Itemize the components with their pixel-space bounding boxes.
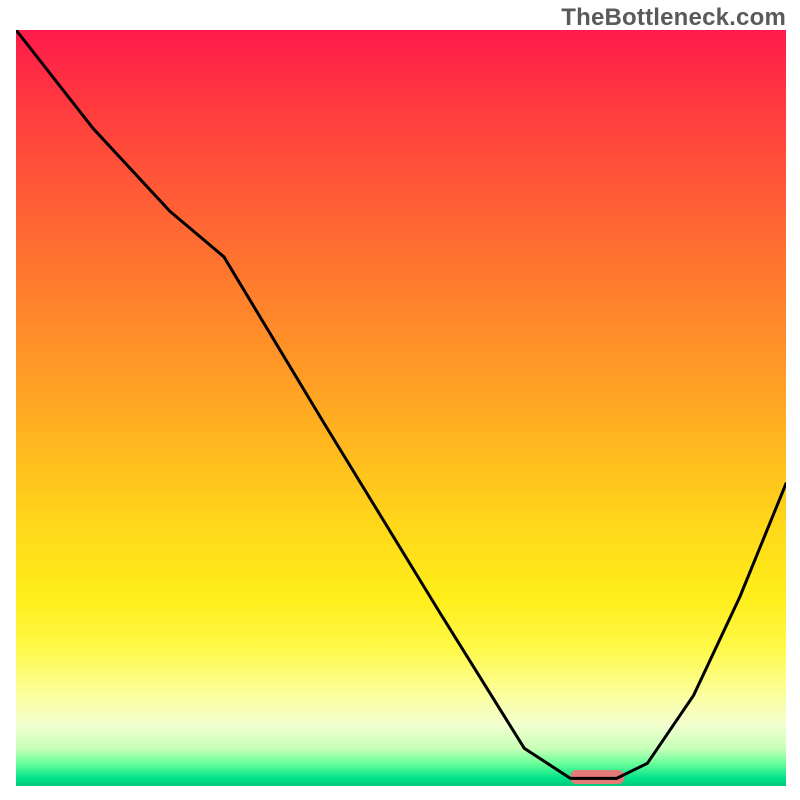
- chart-svg: [16, 30, 786, 786]
- plot-area: [16, 30, 786, 786]
- chart-frame: TheBottleneck.com: [0, 0, 800, 800]
- watermark-text: TheBottleneck.com: [561, 4, 786, 32]
- bottleneck-curve: [16, 30, 786, 778]
